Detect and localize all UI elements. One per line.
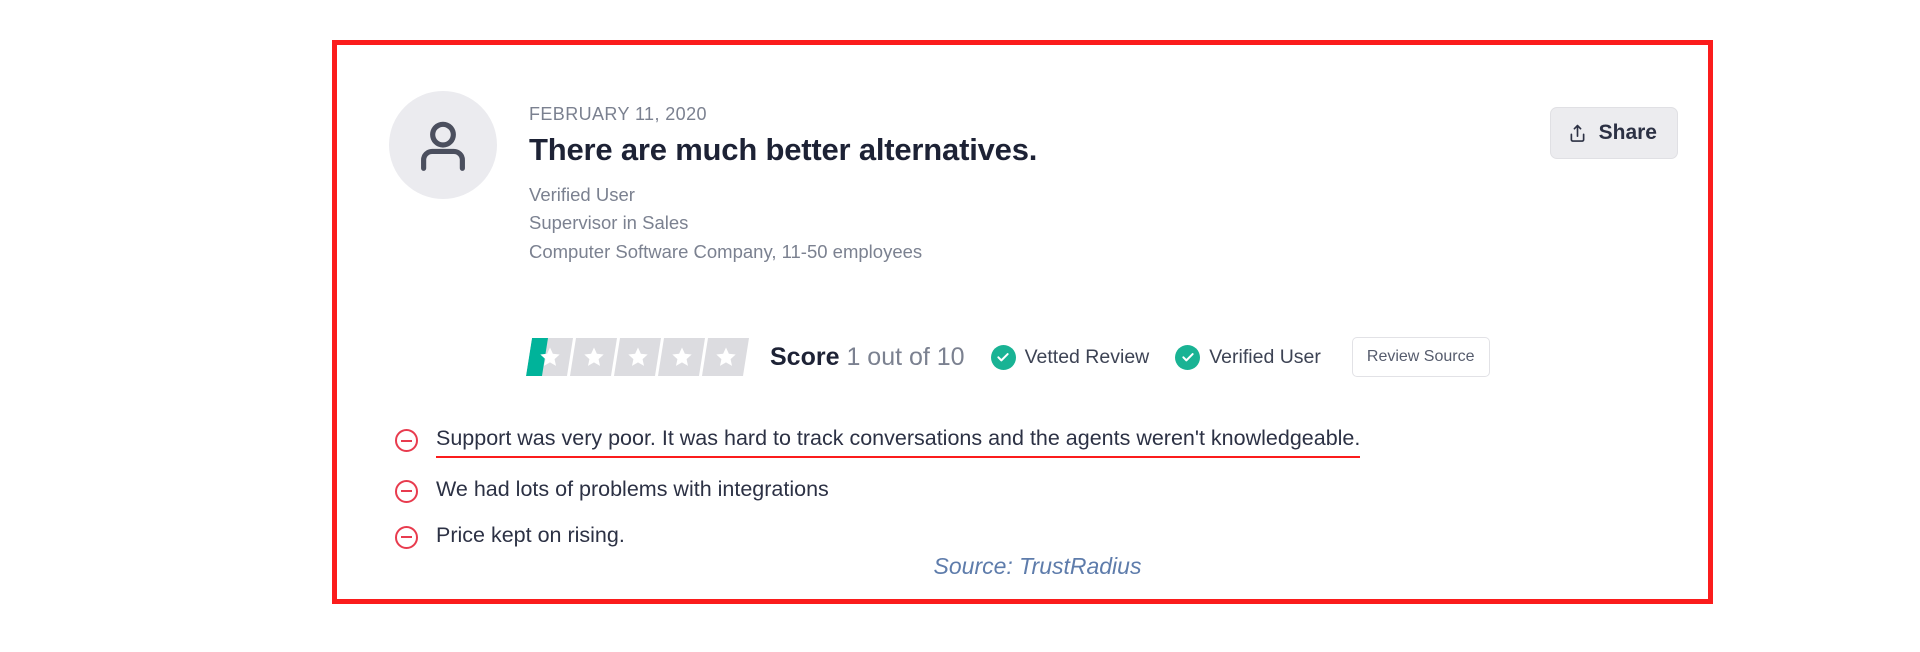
star-5 — [701, 338, 750, 376]
avatar — [389, 91, 497, 199]
review-source-button[interactable]: Review Source — [1351, 337, 1490, 377]
con-text: We had lots of problems with integration… — [436, 476, 829, 501]
star-3 — [613, 338, 662, 376]
check-circle-icon — [1175, 344, 1201, 370]
star-icon — [661, 338, 702, 376]
star-4 — [657, 338, 706, 376]
share-upload-icon — [1567, 123, 1588, 144]
minus-circle-icon — [395, 479, 418, 503]
star-rating — [525, 338, 750, 376]
review-card: FEBRUARY 11, 2020 There are much better … — [337, 45, 1708, 599]
badge-vetted-review-label: Vetted Review — [1024, 345, 1150, 368]
score-row: Score 1 out of 10 Vetted Review Verified — [525, 337, 1490, 377]
person-icon — [412, 114, 474, 176]
star-1 — [525, 338, 574, 376]
star-icon — [617, 338, 658, 376]
star-icon — [573, 338, 614, 376]
share-button-label: Share — [1598, 121, 1657, 144]
review-title: There are much better alternatives. — [529, 131, 1038, 167]
minus-circle-icon — [395, 429, 418, 452]
source-caption: Source: TrustRadius — [933, 553, 1142, 579]
badge-verified-user-label: Verified User — [1209, 345, 1321, 368]
con-item: Price kept on rising. — [395, 522, 1668, 550]
star-icon — [529, 338, 570, 376]
minus-circle-icon — [395, 525, 418, 549]
star-icon — [705, 338, 746, 376]
score-text: Score 1 out of 10 — [770, 343, 965, 372]
con-item: Support was very poor. It was hard to tr… — [395, 425, 1668, 458]
star-2 — [569, 338, 618, 376]
annotation-frame: FEBRUARY 11, 2020 There are much better … — [332, 40, 1713, 604]
score-label: Score — [770, 342, 840, 371]
share-button[interactable]: Share — [1549, 107, 1678, 159]
review-date: FEBRUARY 11, 2020 — [529, 104, 707, 124]
reviewer-company: Computer Software Company, 11-50 employe… — [529, 240, 923, 262]
review-header: FEBRUARY 11, 2020 There are much better … — [389, 87, 1678, 266]
con-item: We had lots of problems with integration… — [395, 476, 1668, 504]
review-source-button-label: Review Source — [1366, 348, 1475, 365]
con-text: Price kept on rising. — [436, 522, 625, 547]
check-circle-icon — [990, 344, 1016, 370]
score-value: 1 out of 10 — [846, 342, 965, 371]
con-text: Support was very poor. It was hard to tr… — [436, 425, 1361, 458]
review-header-text: FEBRUARY 11, 2020 There are much better … — [529, 87, 1530, 266]
cons-list: Support was very poor. It was hard to tr… — [395, 425, 1668, 568]
reviewer-name: Verified User — [529, 184, 635, 206]
badge-vetted-review: Vetted Review — [990, 344, 1150, 370]
reviewer-role: Supervisor in Sales — [529, 212, 689, 234]
badge-verified-user: Verified User — [1175, 344, 1321, 370]
